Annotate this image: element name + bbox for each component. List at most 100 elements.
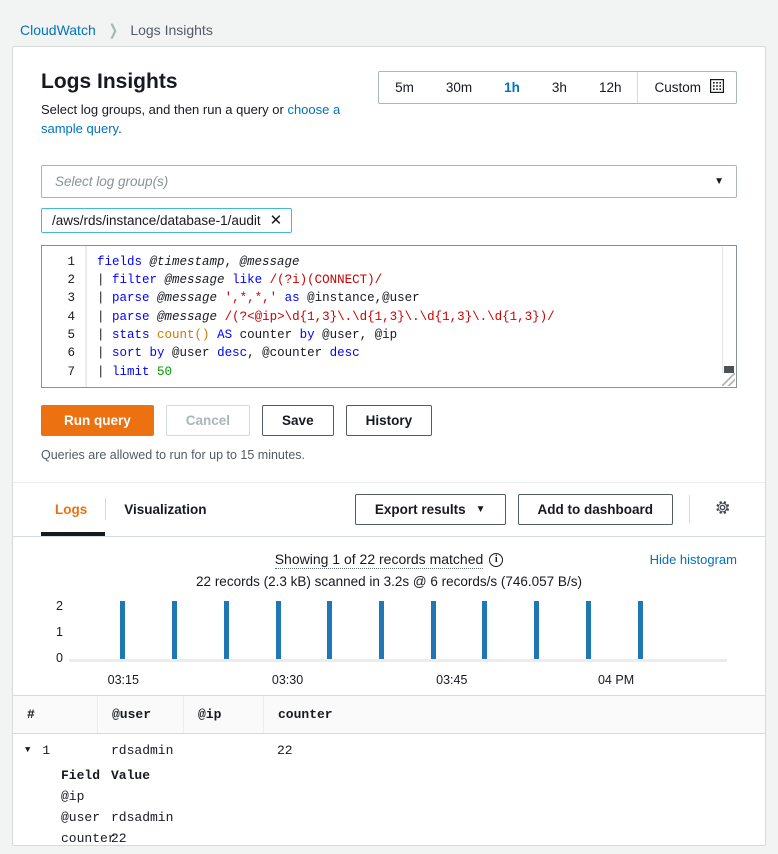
line-number: 5: [42, 326, 85, 344]
editor-scrollbar-thumb[interactable]: [724, 366, 734, 373]
column-header-counter[interactable]: counter: [263, 696, 765, 733]
query-editor[interactable]: 1 2 3 4 5 6 7 fields @timestamp, @messag…: [41, 245, 737, 388]
x-axis-tick: 03:30: [272, 673, 303, 687]
column-header-user[interactable]: @user: [97, 696, 183, 733]
histogram-bar: [586, 601, 591, 661]
detail-row: @ip: [61, 786, 765, 807]
detail-field: counter: [61, 831, 111, 846]
detail-field: @ip: [61, 789, 111, 804]
line-number: 1: [42, 253, 85, 271]
line-number: 2: [42, 271, 85, 289]
query-duration-note: Queries are allowed to run for up to 15 …: [41, 448, 737, 462]
results-summary: Showing 1 of 22 records matched i 22 rec…: [13, 536, 765, 589]
row-index-cell: ▼ 1: [13, 743, 97, 758]
editor-resize-handle[interactable]: [722, 373, 735, 386]
time-range-12h[interactable]: 12h: [583, 72, 638, 103]
x-axis-tick: 04 PM: [598, 673, 634, 687]
page-subtitle: Select log groups, and then run a query …: [41, 101, 341, 139]
editor-scrollbar[interactable]: [722, 247, 735, 373]
row-counter-cell: 22: [263, 743, 765, 758]
x-axis-line: [69, 659, 727, 662]
code-line: | parse @message ',*,*,' as @instance,@u…: [97, 289, 736, 307]
results-table: # @user @ip counter ▼ 1 rdsadmin 22 Fiel…: [13, 695, 765, 846]
history-button[interactable]: History: [346, 405, 433, 436]
breadcrumb-current: Logs Insights: [130, 22, 213, 38]
x-axis-tick: 03:15: [108, 673, 139, 687]
save-button[interactable]: Save: [262, 405, 334, 436]
time-range-selector: 5m 30m 1h 3h 12h Custom: [378, 71, 737, 104]
results-histogram: 2 1 0 03:1503:3003:4504 PM: [41, 599, 737, 687]
detail-value-header: Value: [111, 768, 150, 783]
detail-field: @user: [61, 810, 111, 825]
time-range-custom[interactable]: Custom: [637, 72, 736, 103]
code-line: | limit 50: [97, 363, 736, 381]
time-range-30m[interactable]: 30m: [430, 72, 488, 103]
histogram-bar: [534, 601, 539, 661]
export-results-button[interactable]: Export results ▼: [355, 494, 506, 525]
results-tabs: Logs Visualization: [41, 482, 225, 536]
subtitle-prefix: Select log groups, and then run a query …: [41, 102, 287, 117]
row-ip-cell: [183, 743, 263, 758]
detail-row: @user rdsadmin: [61, 807, 765, 828]
column-header-index[interactable]: #: [13, 696, 97, 733]
tab-visualization[interactable]: Visualization: [106, 482, 224, 536]
log-group-select[interactable]: Select log group(s) ▼: [41, 165, 737, 198]
calendar-icon: [710, 79, 724, 96]
breadcrumb-separator-icon: ❯: [108, 21, 117, 39]
line-number: 4: [42, 308, 85, 326]
subtitle-suffix: .: [118, 121, 122, 136]
results-toolbar: Export results ▼ Add to dashboard: [355, 494, 737, 525]
histogram-bar: [276, 601, 281, 661]
chevron-down-icon: ▼: [476, 504, 486, 515]
log-group-chip[interactable]: /aws/rds/instance/database-1/audit ✕: [41, 208, 292, 233]
y-axis-tick: 2: [41, 599, 63, 613]
histogram-bar: [638, 601, 643, 661]
close-icon[interactable]: ✕: [270, 213, 283, 228]
add-to-dashboard-button[interactable]: Add to dashboard: [518, 494, 674, 525]
time-range-5m[interactable]: 5m: [379, 72, 430, 103]
time-range-1h[interactable]: 1h: [488, 72, 536, 103]
code-line: | parse @message /(?<@ip>\d{1,3}\.\d{1,3…: [97, 308, 736, 326]
code-line: | sort by @user desc, @counter desc: [97, 344, 736, 362]
tab-logs[interactable]: Logs: [41, 482, 105, 536]
export-results-label: Export results: [375, 502, 466, 517]
caret-down-icon[interactable]: ▼: [25, 745, 30, 755]
settings-button[interactable]: [702, 499, 737, 519]
table-row[interactable]: ▼ 1 rdsadmin 22: [13, 734, 765, 758]
histogram-bar: [224, 601, 229, 661]
histogram-bar: [431, 601, 436, 661]
line-number: 7: [42, 363, 85, 381]
results-tabs-bar: Logs Visualization Export results ▼ Add …: [13, 482, 765, 536]
detail-header-row: Field Value: [61, 765, 765, 786]
histogram-bar: [482, 601, 487, 661]
header-text-block: Logs Insights Select log groups, and the…: [41, 69, 341, 139]
records-matched-line: Showing 1 of 22 records matched i: [41, 551, 737, 569]
editor-code[interactable]: fields @timestamp, @message| filter @mes…: [86, 246, 736, 387]
scan-stats-text: 22 records (2.3 kB) scanned in 3.2s @ 6 …: [41, 574, 737, 589]
breadcrumb-cloudwatch[interactable]: CloudWatch: [20, 22, 96, 38]
run-query-button[interactable]: Run query: [41, 405, 154, 436]
selected-log-groups: /aws/rds/instance/database-1/audit ✕: [41, 208, 737, 233]
custom-label: Custom: [654, 80, 701, 95]
histogram-bar: [172, 601, 177, 661]
log-group-placeholder: Select log group(s): [55, 174, 168, 189]
query-actions: Run query Cancel Save History: [41, 405, 737, 436]
log-group-chip-label: /aws/rds/instance/database-1/audit: [52, 213, 261, 228]
hide-histogram-link[interactable]: Hide histogram: [650, 552, 737, 567]
histogram-bars: [69, 601, 727, 661]
line-number: 3: [42, 289, 85, 307]
row-index: 1: [42, 743, 50, 758]
time-range-3h[interactable]: 3h: [536, 72, 583, 103]
column-header-ip[interactable]: @ip: [183, 696, 263, 733]
row-user-cell: rdsadmin: [97, 743, 183, 758]
histogram-bar: [327, 601, 332, 661]
line-number: 6: [42, 344, 85, 362]
info-icon[interactable]: i: [489, 553, 503, 567]
records-matched-text[interactable]: Showing 1 of 22 records matched: [275, 551, 484, 569]
editor-line-numbers: 1 2 3 4 5 6 7: [42, 246, 86, 387]
histogram-bar: [379, 601, 384, 661]
log-group-section: Select log group(s) ▼ /aws/rds/instance/…: [13, 165, 765, 462]
x-axis-tick: 03:45: [436, 673, 467, 687]
page-title: Logs Insights: [41, 69, 341, 94]
gear-icon: [714, 499, 731, 519]
